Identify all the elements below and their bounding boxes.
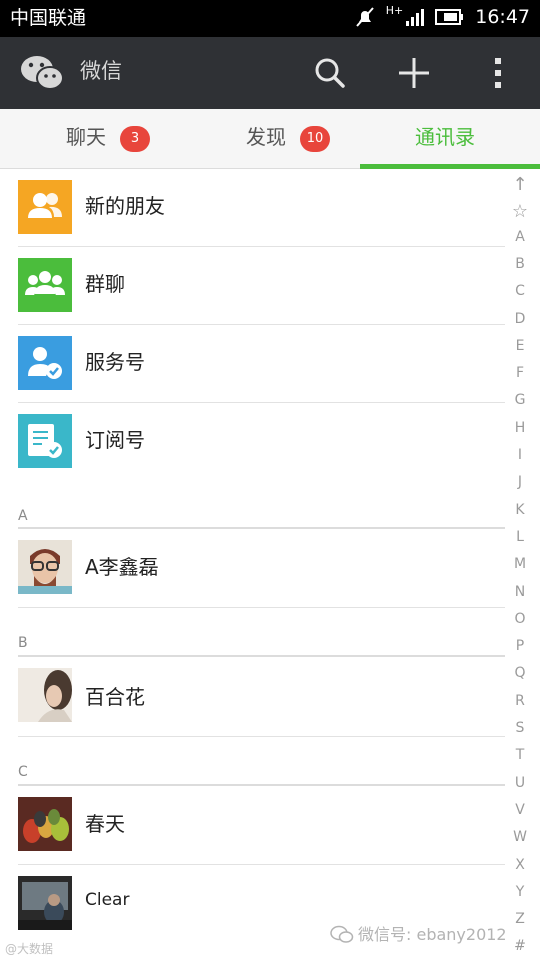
index-letter[interactable]: Q [500,665,540,681]
battery-icon [435,9,464,25]
list-item-new-friends[interactable]: 新的朋友 [0,168,505,247]
service-account-icon [18,336,72,390]
index-letter[interactable]: V [500,802,540,818]
list-item-label: 新的朋友 [85,194,165,218]
index-letter[interactable]: R [500,693,540,709]
tab-contacts-label: 通讯录 [415,125,475,149]
index-letter[interactable]: N [500,584,540,600]
index-letter[interactable]: L [500,529,540,545]
alphabet-index[interactable]: ↑ ☆ A B C D E F G H I J K L M N O P Q R S T U V W X Y Z # [500,168,540,960]
avatar [18,876,72,930]
watermark: 微信号: ebany2012 [330,921,507,945]
notifications-off-icon [355,7,374,27]
status-icons: H+ 16:47 [354,3,530,28]
contact-item[interactable]: 百合花 [0,657,505,737]
tab-chats-label: 聊天 [66,125,106,149]
signal-icon [406,9,425,26]
tab-contacts[interactable]: 通讯录 [360,109,540,169]
section-header-a: A [18,508,28,524]
index-letter[interactable]: B [500,256,540,272]
wechat-logo-icon [21,56,64,90]
wechat-watermark-icon [330,925,354,943]
subscription-icon [18,414,72,468]
app-title: 微信 [80,59,122,83]
network-type: H+ [385,3,404,17]
contact-item[interactable]: 春天 [0,786,505,865]
divider [18,736,505,737]
list-item-label: 群聊 [85,272,125,296]
avatar [18,797,72,851]
contact-name: A李鑫磊 [85,555,159,579]
group-chat-icon [18,258,72,312]
search-button[interactable] [310,53,350,93]
index-letter[interactable]: A [500,229,540,245]
divider [18,607,505,608]
index-letter[interactable]: S [500,720,540,736]
index-letter[interactable]: M [500,556,540,572]
tab-chats-badge: 3 [120,126,150,152]
index-letter[interactable]: I [500,447,540,463]
index-letter[interactable]: X [500,857,540,873]
tab-discover-label: 发现 [246,125,286,149]
avatar [18,668,72,722]
index-letter[interactable]: O [500,611,540,627]
contact-name: 春天 [85,812,125,836]
index-letter[interactable]: H [500,420,540,436]
list-item-group-chats[interactable]: 群聊 [0,246,505,325]
clock: 16:47 [475,6,530,28]
index-letter[interactable]: U [500,775,540,791]
index-letter[interactable]: K [500,502,540,518]
index-letter[interactable]: ☆ [500,201,540,222]
watermark-left: @大数据 [5,942,54,956]
index-letter[interactable]: F [500,365,540,381]
tab-discover-badge: 10 [300,126,330,152]
tab-bar: 聊天 3 发现 10 通讯录 [0,109,540,169]
index-letter[interactable]: W [500,829,540,845]
app-bar: 微信 [0,37,540,109]
tab-chats[interactable]: 聊天 3 [0,109,180,168]
tab-discover[interactable]: 发现 10 [180,109,360,168]
new-friends-icon [18,180,72,234]
search-icon [315,58,345,88]
status-bar: 中国联通 H+ 16:47 [0,0,540,37]
index-letter[interactable]: T [500,747,540,763]
section-header-c: C [18,764,28,780]
index-letter[interactable]: E [500,338,540,354]
list-item-subscriptions[interactable]: 订阅号 [0,402,505,482]
index-letter[interactable]: P [500,638,540,654]
plus-icon [399,58,429,88]
index-letter[interactable]: D [500,311,540,327]
avatar [18,540,72,594]
index-letter[interactable]: C [500,283,540,299]
list-item-label: 服务号 [85,350,145,374]
more-options-button[interactable] [478,53,518,93]
index-letter[interactable]: Y [500,884,540,900]
index-letter[interactable]: ↑ [500,174,540,195]
index-letter[interactable]: J [500,474,540,490]
add-button[interactable] [394,53,434,93]
more-vertical-icon [495,58,501,88]
contact-item[interactable]: A李鑫磊 [0,529,505,608]
carrier-name: 中国联通 [10,7,87,29]
contact-name: Clear [85,890,130,910]
contact-name: 百合花 [85,685,145,709]
list-item-service-accounts[interactable]: 服务号 [0,324,505,403]
list-item-label: 订阅号 [85,428,145,452]
watermark-text: 微信号: ebany2012 [358,925,507,944]
index-letter[interactable]: G [500,392,540,408]
section-header-b: B [18,635,28,651]
